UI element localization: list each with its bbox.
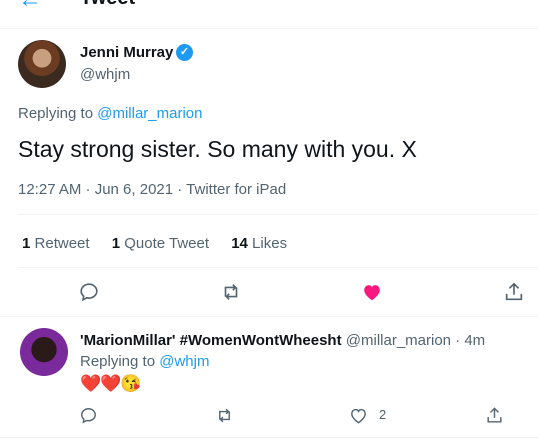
author-name[interactable]: Jenni Murray (80, 43, 173, 63)
replying-to-link[interactable]: @whjm (159, 353, 209, 370)
quotes-count: 1 (111, 235, 121, 252)
reply-like-button[interactable] (347, 404, 369, 426)
reply-replying-to: Replying to @whjm (80, 352, 209, 372)
share-button[interactable] (500, 278, 528, 306)
retweets-stat[interactable]: 1 Retweet (22, 235, 90, 252)
reply-author-handle[interactable]: @millar_marion · 4m (346, 332, 485, 349)
replying-prefix: Replying to (80, 353, 156, 370)
retweets-count: 1 (22, 235, 31, 252)
tweet-text: Stay strong sister. So many with you. X (18, 136, 417, 162)
retweet-icon (224, 284, 238, 300)
likes-stat[interactable]: 14 Likes (231, 235, 287, 252)
retweets-label: Retweet (34, 235, 90, 252)
page-title: Tweet (80, 0, 135, 10)
likes-label: Likes (252, 235, 288, 252)
author-handle[interactable]: @whjm (80, 65, 130, 85)
retweet-button[interactable] (217, 278, 245, 306)
divider (18, 214, 538, 215)
share-icon (505, 282, 523, 301)
replying-to: Replying to @millar_marion (18, 104, 202, 124)
likes-count: 14 (231, 235, 248, 252)
reply-author-name[interactable]: 'MarionMillar' #WomenWontWheesht (80, 332, 342, 349)
retweet-icon (218, 408, 230, 422)
replying-to-link[interactable]: @millar_marion (97, 105, 202, 122)
reply-retweet-button[interactable] (213, 404, 235, 426)
reply-like-count: 2 (379, 407, 387, 422)
share-icon (486, 406, 502, 423)
reply-share-button[interactable] (483, 404, 505, 426)
reply-author[interactable]: 'MarionMillar' #WomenWontWheesht @millar… (80, 331, 485, 351)
verified-badge-icon: ✓ (176, 44, 193, 61)
reply-icon (80, 283, 98, 302)
divider (0, 316, 538, 317)
like-button[interactable] (358, 278, 386, 306)
reply-icon (80, 407, 96, 424)
reply-button[interactable] (75, 278, 103, 306)
divider (0, 437, 538, 438)
quotes-stat[interactable]: 1 Quote Tweet (112, 235, 209, 252)
tweet-stats: 1 Retweet 1 Quote Tweet 14 Likes (22, 234, 305, 254)
heart-filled-icon (364, 285, 380, 301)
replying-prefix: Replying to (18, 105, 94, 122)
divider (18, 267, 538, 268)
tweet-timestamp[interactable]: 12:27 AM · Jun 6, 2021 · Twitter for iPa… (18, 180, 286, 200)
heart-outline-icon (350, 408, 366, 423)
reply-text: ❤️❤️😘 (80, 374, 142, 393)
back-arrow-icon[interactable]: ← (18, 0, 42, 12)
reply-reply-button[interactable] (77, 404, 99, 426)
quotes-label: Quote Tweet (124, 235, 210, 252)
avatar[interactable] (20, 328, 68, 376)
avatar[interactable] (18, 40, 66, 88)
